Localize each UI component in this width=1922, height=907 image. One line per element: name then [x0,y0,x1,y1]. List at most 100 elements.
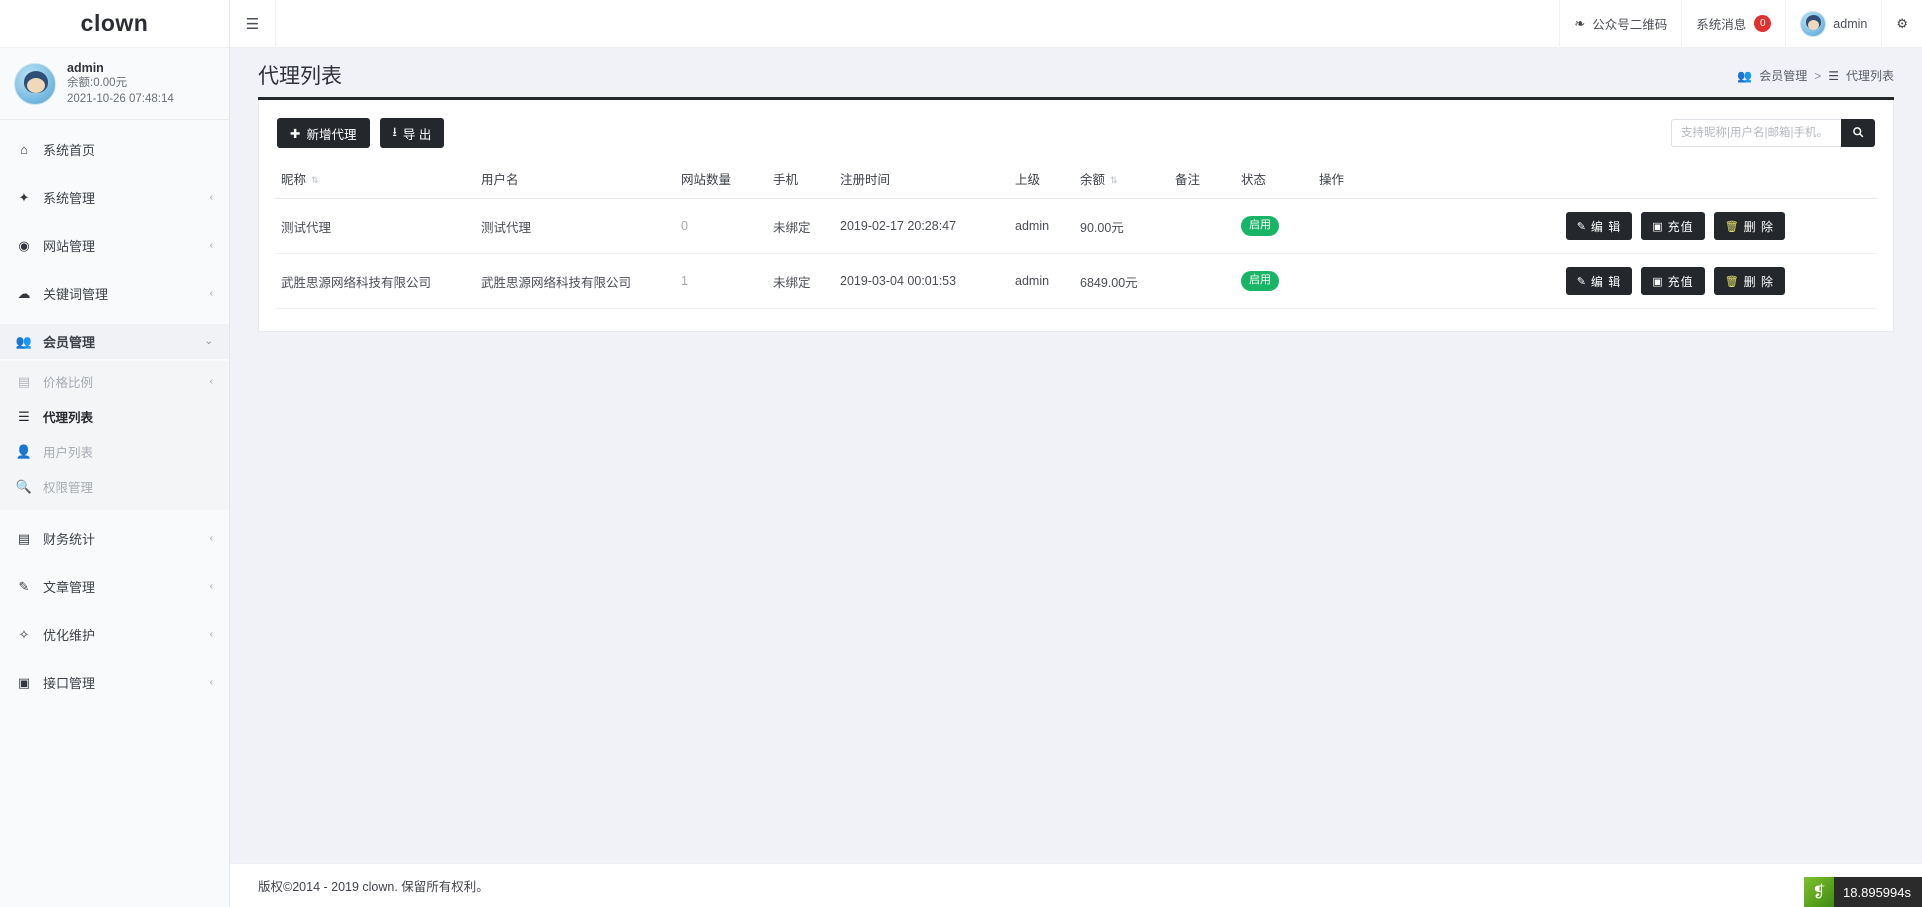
search-button[interactable] [1841,119,1875,147]
column-header-phone: 手机 [767,160,834,199]
sidebar-item-keywords[interactable]: ☁ 关键词管理 ‹ [0,276,229,311]
globe-icon: ◉ [18,237,30,253]
column-header-username: 用户名 [475,160,675,199]
column-header-site-count: 网站数量 [675,160,767,199]
cell-balance: 90.00元 [1074,198,1169,254]
page-title: 代理列表 [258,65,342,88]
edit-icon: ✎ [18,578,30,594]
money-icon: ▣ [1652,220,1663,233]
cell-parent: admin [1009,198,1074,254]
brand-logo[interactable]: clown [0,0,229,48]
column-header-note: 备注 [1169,160,1235,199]
qrcode-label: 公众号二维码 [1592,18,1668,32]
qrcode-icon: ❧ [1574,15,1586,31]
breadcrumb-parent[interactable]: 会员管理 [1759,67,1807,84]
sidebar-item-system[interactable]: ✦ 系统管理 ‹ [0,180,229,215]
top-bar: ☰ ❧ 公众号二维码 系统消息 0 admin ⚙ [230,0,1922,48]
recharge-label: 充值 [1667,219,1694,234]
performance-badge[interactable]: ❡ 18.895994s [1804,877,1922,907]
column-label: 用户名 [481,173,519,187]
sidebar-item-api[interactable]: ▣ 接口管理 ‹ [0,665,229,700]
sidebar-item-optimization[interactable]: ✧ 优化维护 ‹ [0,617,229,652]
plug-icon: ▣ [17,674,31,690]
column-header-registered: 注册时间 [834,160,1009,199]
sidebar-item-website[interactable]: ◉ 网站管理 ‹ [0,228,229,263]
list-icon: ☰ [1828,68,1839,83]
table-toolbar: ✚ 新增代理 ⭳ 导 出 [275,114,1877,160]
cell-username: 武胜思源网络科技有限公司 [475,253,675,309]
edit-icon: ✎ [1576,275,1586,288]
column-header-status: 状态 [1235,160,1313,199]
user-icon: 👤 [15,443,33,459]
sidebar-item-price-ratio[interactable]: ▤ 价格比例 ‹ [0,364,229,399]
sidebar-item-articles[interactable]: ✎ 文章管理 ‹ [0,569,229,604]
chevron-left-icon: ‹ [209,533,213,544]
recharge-button[interactable]: ▣ 充值 [1641,267,1705,295]
table-row[interactable]: 武胜思源网络科技有限公司 武胜思源网络科技有限公司 1 未绑定 2019-03-… [275,253,1877,309]
plus-icon: ✚ [290,126,301,141]
sort-icon: ⇅ [311,175,319,186]
qrcode-link[interactable]: ❧ 公众号二维码 [1559,0,1681,48]
status-badge: 启用 [1241,271,1279,291]
credit-card-icon: ▤ [17,373,31,389]
messages-label: 系统消息 [1696,18,1747,32]
user-datetime: 2021-10-26 07:48:14 [67,92,174,105]
settings-button[interactable]: ⚙ [1881,0,1922,48]
search-input[interactable] [1671,119,1841,147]
sidebar-item-label: 接口管理 [43,676,96,691]
content-area: ✚ 新增代理 ⭳ 导 出 支持昵称|用户名|邮箱|手机。 昵称 ⇅ 用户名 网站… [230,100,1922,907]
delete-label: 删 除 [1743,274,1774,289]
sidebar-item-user-list[interactable]: 👤 用户列表 [0,434,229,469]
finance-icon: ▤ [17,530,31,546]
sidebar-nav: ⌂ 系统首页 ✦ 系统管理 ‹ ◉ 网站管理 ‹ ☁ 关键词管理 ‹ 👥 会员管… [0,120,229,700]
column-label: 上级 [1015,173,1041,187]
edit-button[interactable]: ✎ 编 辑 [1565,212,1633,240]
sidebar-item-label: 财务统计 [43,532,96,547]
breadcrumb: 👥 会员管理 > ☰ 代理列表 [1737,67,1894,97]
footer: 版权©2014 - 2019 clown. 保留所有权利。 ❡ 18.89599… [230,863,1922,907]
sidebar-item-label: 系统首页 [43,143,96,158]
wrench-icon: ✦ [18,189,30,205]
sidebar-item-members[interactable]: 👥 会员管理 ⌄ [0,324,229,359]
recharge-button[interactable]: ▣ 充值 [1641,212,1705,240]
user-balance: 余额:0.00元 [67,77,128,90]
column-label: 状态 [1241,173,1267,187]
chevron-down-icon: ⌄ [204,336,213,347]
column-header-nickname[interactable]: 昵称 ⇅ [275,160,475,199]
sidebar-submenu-members: ▤ 价格比例 ‹ ☰ 代理列表 👤 用户列表 🔍 权限管理 [0,361,229,510]
column-label: 余额 [1080,173,1106,187]
cell-nickname: 测试代理 [275,198,475,254]
page-header: 代理列表 👥 会员管理 > ☰ 代理列表 [230,48,1922,97]
delete-button[interactable]: 🗑 删 除 [1713,267,1785,295]
row-actions: ✎ 编 辑 ▣ 充值 🗑 删 除 [1319,212,1871,240]
sidebar-item-permissions[interactable]: 🔍 权限管理 [0,469,229,504]
export-button[interactable]: ⭳ 导 出 [379,118,445,148]
column-label: 注册时间 [840,173,891,187]
add-agent-button[interactable]: ✚ 新增代理 [277,118,370,148]
messages-count-badge: 0 [1754,15,1772,32]
sidebar-item-finance[interactable]: ▤ 财务统计 ‹ [0,521,229,556]
sidebar-item-label: 关键词管理 [43,287,109,302]
chevron-left-icon: ‹ [209,192,213,203]
hamburger-menu-icon[interactable]: ☰ [230,0,276,48]
system-messages-link[interactable]: 系统消息 0 [1681,0,1785,48]
cell-site-count: 0 [675,198,767,254]
delete-button[interactable]: 🗑 删 除 [1713,212,1785,240]
sidebar-item-home[interactable]: ⌂ 系统首页 [0,132,229,167]
column-label: 昵称 [281,173,307,187]
edit-label: 编 辑 [1590,219,1622,234]
toolbar-buttons: ✚ 新增代理 ⭳ 导 出 [277,118,445,148]
sidebar-item-agent-list[interactable]: ☰ 代理列表 [0,399,229,434]
user-menu[interactable]: admin [1785,0,1881,48]
column-header-balance[interactable]: 余额 ⇅ [1074,160,1169,199]
download-icon: ⭳ [392,124,397,139]
users-icon: 👥 [1737,68,1753,83]
cell-operations: ✎ 编 辑 ▣ 充值 🗑 删 除 [1313,253,1877,309]
edit-button[interactable]: ✎ 编 辑 [1565,267,1633,295]
delete-label: 删 除 [1743,219,1774,234]
cloud-icon: ☁ [17,285,31,301]
table-row[interactable]: 测试代理 测试代理 0 未绑定 2019-02-17 20:28:47 admi… [275,198,1877,254]
chevron-left-icon: ‹ [209,629,213,640]
